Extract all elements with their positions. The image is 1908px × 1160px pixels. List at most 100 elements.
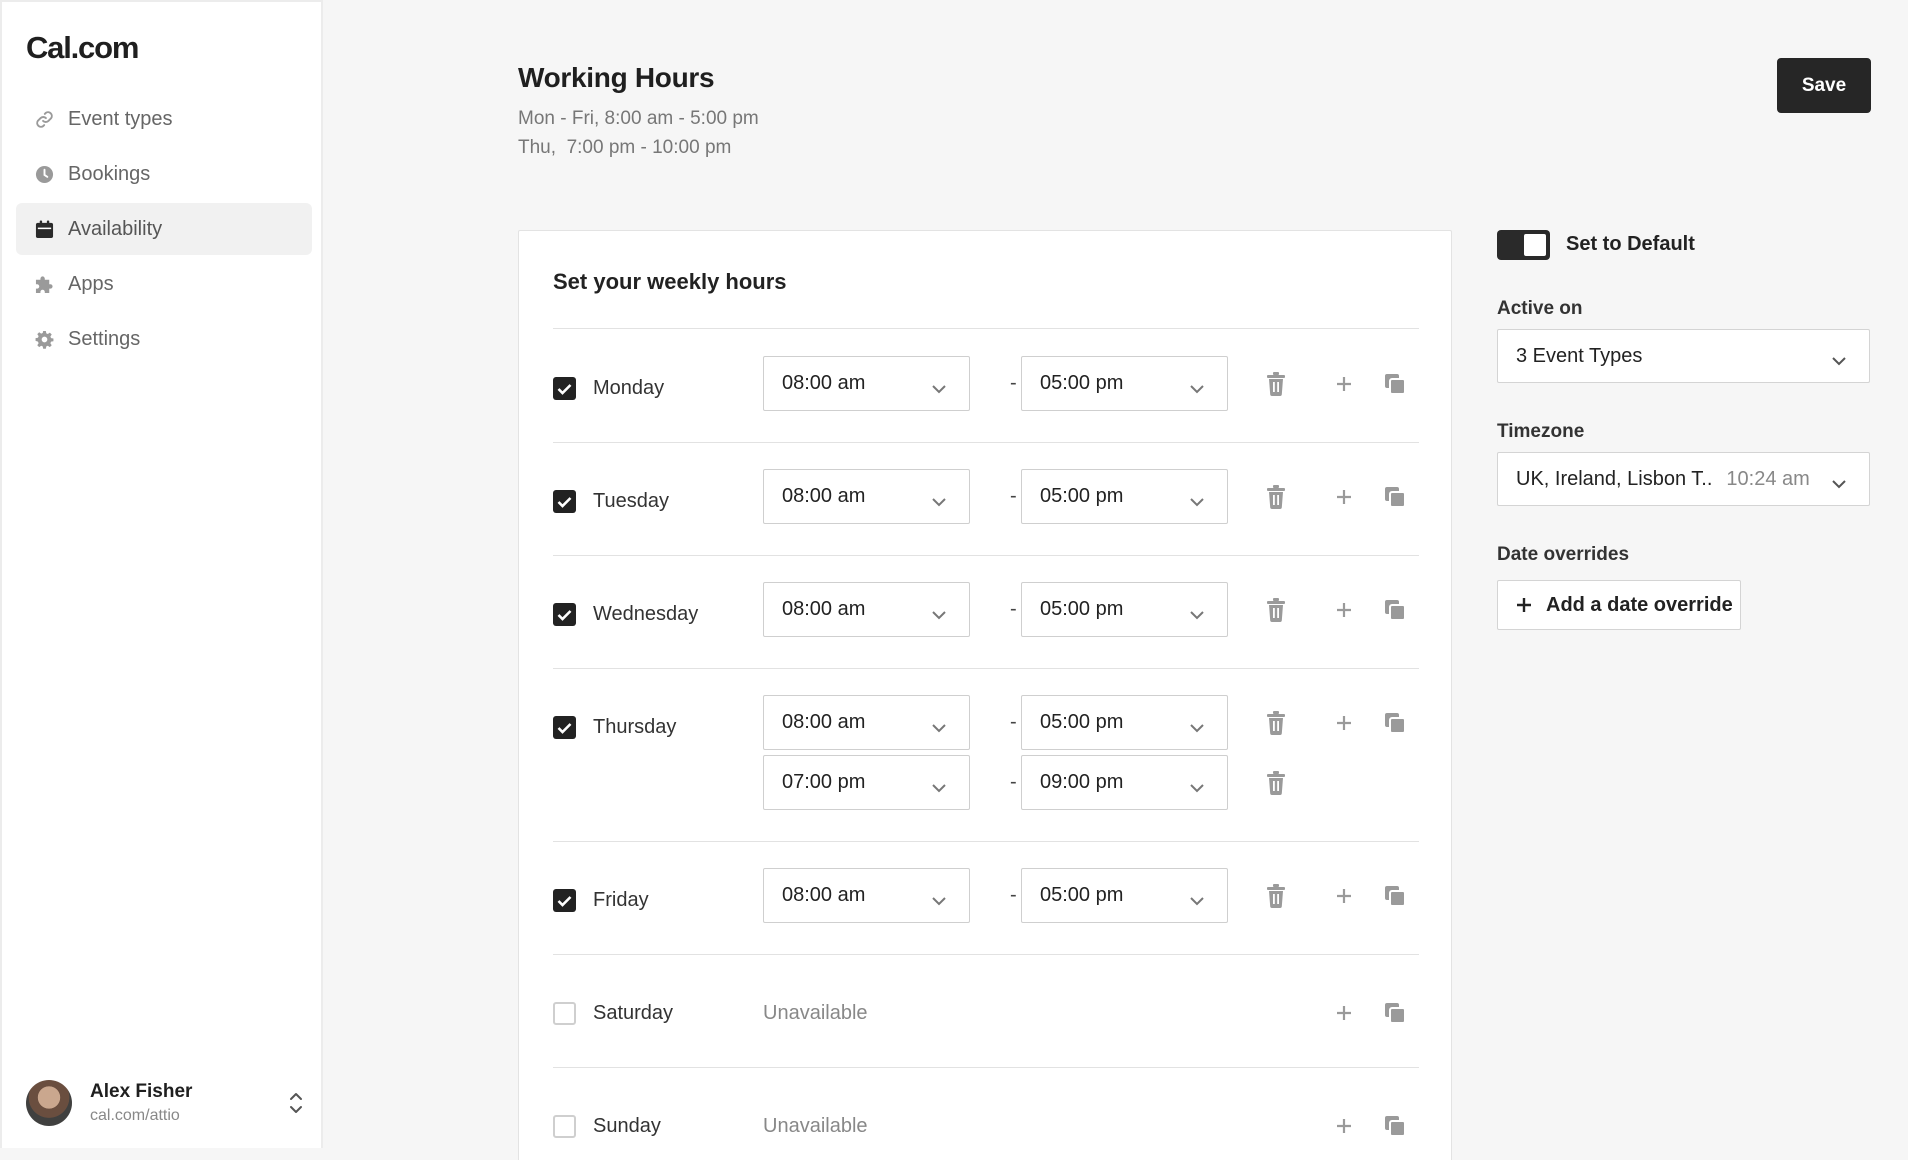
add-date-override-button[interactable]: Add a date override (1497, 580, 1741, 630)
chevron-down-icon (1189, 716, 1205, 739)
toggle-knob (1524, 234, 1546, 256)
user-profile[interactable]: Alex Fisher cal.com/attio (26, 1078, 306, 1128)
sidebar-item-label: Bookings (68, 162, 151, 185)
trash-icon[interactable] (1265, 485, 1287, 510)
end-time-value: 05:00 pm (1040, 711, 1124, 733)
sidebar-item-label: Event types (68, 107, 173, 130)
plus-icon[interactable] (1334, 1003, 1354, 1023)
chevron-up-down-icon[interactable] (286, 1089, 306, 1117)
app-logo[interactable]: Cal.com (26, 30, 139, 66)
sidebar-item-label: Settings (68, 327, 141, 350)
trash-icon[interactable] (1265, 372, 1287, 397)
add-date-override-label: Add a date override (1546, 593, 1733, 616)
puzzle-icon (34, 274, 54, 294)
gear-icon (34, 329, 54, 349)
chevron-down-icon (1831, 349, 1847, 372)
end-time-value: 05:00 pm (1040, 485, 1124, 507)
plus-icon[interactable] (1334, 374, 1354, 394)
timezone-select[interactable]: UK, Ireland, Lisbon T.. 10:24 am (1497, 452, 1870, 506)
range-separator: - (1010, 711, 1017, 733)
copy-icon[interactable] (1384, 1115, 1406, 1137)
plus-icon[interactable] (1334, 886, 1354, 906)
set-default-label: Set to Default (1566, 233, 1695, 255)
end-time-value: 09:00 pm (1040, 771, 1124, 793)
plus-icon[interactable] (1334, 487, 1354, 507)
start-time-value: 08:00 am (782, 372, 866, 394)
end-time-value: 05:00 pm (1040, 598, 1124, 620)
day-checkbox-tuesday[interactable] (553, 490, 576, 513)
plus-icon[interactable] (1334, 1116, 1354, 1136)
chevron-down-icon (931, 377, 947, 400)
plus-icon[interactable] (1334, 713, 1354, 733)
sidebar-item-apps[interactable]: Apps (16, 258, 312, 310)
copy-icon[interactable] (1384, 885, 1406, 907)
divider (553, 841, 1419, 842)
day-name: Thursday (593, 716, 677, 738)
end-time-select[interactable]: 05:00 pm (1021, 868, 1228, 923)
trash-icon[interactable] (1265, 884, 1287, 909)
start-time-value: 08:00 am (782, 598, 866, 620)
divider (553, 328, 1419, 329)
end-time-select[interactable]: 05:00 pm (1021, 356, 1228, 411)
trash-icon[interactable] (1265, 771, 1287, 796)
start-time-value: 07:00 pm (782, 771, 866, 793)
schedule-summary-line-2: Thu, 7:00 pm - 10:00 pm (518, 137, 732, 158)
link-icon (34, 109, 54, 129)
day-name: Monday (593, 377, 665, 399)
sidebar-item-bookings[interactable]: Bookings (16, 148, 312, 200)
sidebar-item-label: Apps (68, 272, 114, 295)
timezone-current-time: 10:24 am (1726, 467, 1810, 490)
sidebar: Cal.com Event types Bookings Availabilit… (0, 0, 323, 1148)
end-time-select[interactable]: 05:00 pm (1021, 469, 1228, 524)
sidebar-nav: Event types Bookings Availability Apps S… (16, 93, 312, 368)
chevron-down-icon (931, 889, 947, 912)
active-on-select[interactable]: 3 Event Types (1497, 329, 1870, 383)
end-time-select[interactable]: 05:00 pm (1021, 582, 1228, 637)
end-time-select[interactable]: 05:00 pm (1021, 695, 1228, 750)
sidebar-item-availability[interactable]: Availability (16, 203, 312, 255)
day-checkbox-friday[interactable] (553, 889, 576, 912)
copy-icon[interactable] (1384, 486, 1406, 508)
start-time-select[interactable]: 08:00 am (763, 868, 970, 923)
chevron-down-icon (1189, 776, 1205, 799)
day-name: Saturday (593, 1002, 674, 1024)
trash-icon[interactable] (1265, 598, 1287, 623)
day-checkbox-thursday[interactable] (553, 716, 576, 739)
save-button[interactable]: Save (1777, 58, 1871, 113)
start-time-select[interactable]: 07:00 pm (763, 755, 970, 810)
day-checkbox-sunday[interactable] (553, 1115, 576, 1138)
sidebar-item-settings[interactable]: Settings (16, 313, 312, 365)
chevron-down-icon (1189, 377, 1205, 400)
start-time-select[interactable]: 08:00 am (763, 695, 970, 750)
trash-icon[interactable] (1265, 711, 1287, 736)
schedule-summary-line-1: Mon - Fri, 8:00 am - 5:00 pm (518, 108, 759, 129)
day-checkbox-saturday[interactable] (553, 1002, 576, 1025)
page-title: Working Hours (518, 62, 715, 93)
divider (553, 1067, 1419, 1068)
set-default-toggle[interactable] (1497, 230, 1550, 260)
day-name: Friday (593, 889, 649, 911)
calendar-icon (34, 219, 54, 239)
divider (553, 442, 1419, 443)
plus-icon[interactable] (1334, 600, 1354, 620)
start-time-select[interactable]: 08:00 am (763, 469, 970, 524)
copy-icon[interactable] (1384, 599, 1406, 621)
day-checkbox-wednesday[interactable] (553, 603, 576, 626)
plus-icon (1516, 597, 1532, 613)
end-time-select[interactable]: 09:00 pm (1021, 755, 1228, 810)
divider (553, 954, 1419, 955)
timezone-label: Timezone (1497, 421, 1585, 442)
start-time-select[interactable]: 08:00 am (763, 582, 970, 637)
chevron-down-icon (931, 716, 947, 739)
start-time-select[interactable]: 08:00 am (763, 356, 970, 411)
sidebar-item-event-types[interactable]: Event types (16, 93, 312, 145)
start-time-value: 08:00 am (782, 485, 866, 507)
sidebar-item-label: Availability (68, 217, 163, 240)
start-time-value: 08:00 am (782, 711, 866, 733)
day-checkbox-monday[interactable] (553, 377, 576, 400)
divider (553, 668, 1419, 669)
day-name: Wednesday (593, 603, 699, 625)
copy-icon[interactable] (1384, 712, 1406, 734)
copy-icon[interactable] (1384, 373, 1406, 395)
copy-icon[interactable] (1384, 1002, 1406, 1024)
